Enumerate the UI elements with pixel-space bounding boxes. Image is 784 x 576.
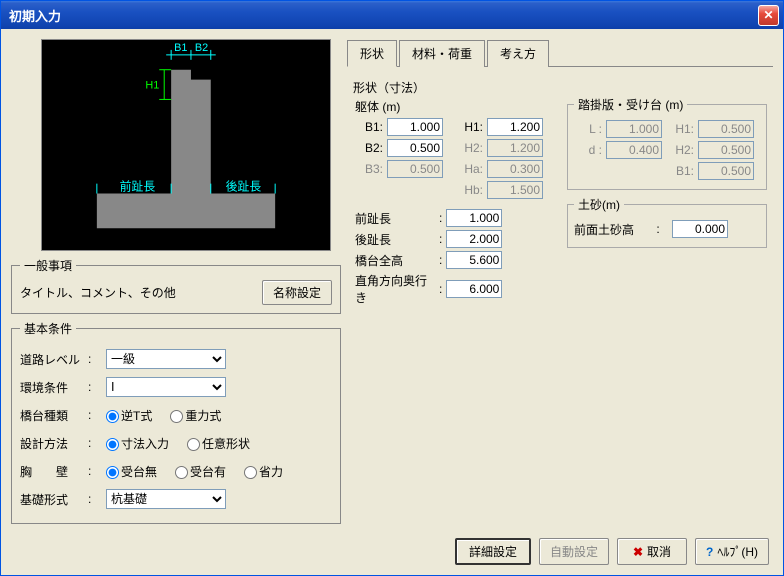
conditions-legend: 基本条件 <box>20 320 76 337</box>
approach-h1-input <box>698 120 754 138</box>
front-soil-input[interactable] <box>672 220 728 238</box>
design-method-label: 設計方法 <box>20 435 80 452</box>
cancel-icon: ✖ <box>633 545 643 559</box>
hb-input <box>487 181 543 199</box>
svg-text:後趾長: 後趾長 <box>226 180 262 194</box>
detail-settings-button[interactable]: 詳細設定 <box>455 538 531 565</box>
general-legend: 一般事項 <box>20 257 76 274</box>
svg-text:H1: H1 <box>145 80 159 92</box>
foundation-label: 基礎形式 <box>20 491 80 508</box>
svg-text:B2: B2 <box>195 42 208 54</box>
road-level-select[interactable]: 一級 <box>106 349 226 369</box>
b3-input <box>387 160 443 178</box>
bottom-button-bar: 詳細設定 自動設定 ✖取消 ?ﾍﾙﾌﾟ(H) <box>455 538 769 565</box>
method-arbitrary-radio[interactable]: 任意形状 <box>187 435 250 452</box>
parapet-none-radio[interactable]: 受台無 <box>106 463 157 480</box>
shape-fieldset: 形状（寸法） 躯体 (m) B1: H1: <box>353 79 767 317</box>
b2-input[interactable] <box>387 139 443 157</box>
approach-l-input <box>606 120 662 138</box>
dialog-window: 初期入力 ✕ B1 B2 <box>0 0 784 576</box>
h2-input <box>487 139 543 157</box>
rear-toe-input[interactable] <box>446 230 502 248</box>
parapet-labor-radio[interactable]: 省力 <box>244 463 283 480</box>
right-column: 形状 材料・荷重 考え方 形状（寸法） 躯体 (m) B1: <box>347 39 773 565</box>
general-text: タイトル、コメント、その他 <box>20 284 176 301</box>
parapet-with-radio[interactable]: 受台有 <box>175 463 226 480</box>
titlebar: 初期入力 ✕ <box>1 1 783 29</box>
tab-concept[interactable]: 考え方 <box>487 40 549 67</box>
soil-fieldset: 土砂(m) 前面土砂高 : <box>567 196 767 248</box>
env-select[interactable]: Ⅰ <box>106 377 226 397</box>
help-button[interactable]: ?ﾍﾙﾌﾟ(H) <box>695 538 769 565</box>
conditions-fieldset: 基本条件 道路レベル : 一級 環境条件 : Ⅰ 橋台種類 : 逆T式 <box>11 320 341 524</box>
approach-d-input <box>606 141 662 159</box>
env-label: 環境条件 <box>20 379 80 396</box>
tab-shape-content: 形状（寸法） 躯体 (m) B1: H1: <box>347 73 773 329</box>
body-fieldset: 躯体 (m) B1: H1: B2: H <box>353 96 563 311</box>
front-toe-input[interactable] <box>446 209 502 227</box>
total-height-input[interactable] <box>446 251 502 269</box>
depth-input[interactable] <box>446 280 502 298</box>
auto-settings-button: 自動設定 <box>539 538 609 565</box>
approach-h2-input <box>698 141 754 159</box>
close-icon: ✕ <box>763 8 773 22</box>
tab-shape[interactable]: 形状 <box>347 40 397 67</box>
shape-diagram: B1 B2 H1 前趾長 後趾長 <box>41 39 331 251</box>
type-gravity-radio[interactable]: 重力式 <box>170 407 221 424</box>
b1-input[interactable] <box>387 118 443 136</box>
approach-legend: 踏掛版・受け台 (m) <box>574 96 687 113</box>
h1-input[interactable] <box>487 118 543 136</box>
parapet-label: 胸 壁 <box>20 463 80 480</box>
road-level-label: 道路レベル <box>20 351 80 368</box>
window-title: 初期入力 <box>9 6 61 25</box>
ha-input <box>487 160 543 178</box>
svg-text:B1: B1 <box>174 42 187 54</box>
help-icon: ? <box>706 545 713 559</box>
tab-material[interactable]: 材料・荷重 <box>399 40 485 67</box>
cancel-button[interactable]: ✖取消 <box>617 538 687 565</box>
soil-legend: 土砂(m) <box>574 196 624 213</box>
shape-legend: 形状（寸法） <box>353 79 425 96</box>
abutment-type-label: 橋台種類 <box>20 407 80 424</box>
foundation-select[interactable]: 杭基礎 <box>106 489 226 509</box>
approach-b1-input <box>698 162 754 180</box>
left-column: B1 B2 H1 前趾長 後趾長 一般事項 <box>11 39 341 565</box>
method-dimension-radio[interactable]: 寸法入力 <box>106 435 169 452</box>
type-inverted-t-radio[interactable]: 逆T式 <box>106 407 152 424</box>
content-area: B1 B2 H1 前趾長 後趾長 一般事項 <box>1 29 783 575</box>
body-label: 躯体 (m) <box>355 98 561 115</box>
approach-fieldset: 踏掛版・受け台 (m) L : H1: d : <box>567 96 767 190</box>
name-settings-button[interactable]: 名称設定 <box>262 280 332 305</box>
svg-text:前趾長: 前趾長 <box>120 180 156 194</box>
close-button[interactable]: ✕ <box>758 5 779 26</box>
general-fieldset: 一般事項 タイトル、コメント、その他 名称設定 <box>11 257 341 314</box>
tab-bar: 形状 材料・荷重 考え方 <box>347 39 773 67</box>
